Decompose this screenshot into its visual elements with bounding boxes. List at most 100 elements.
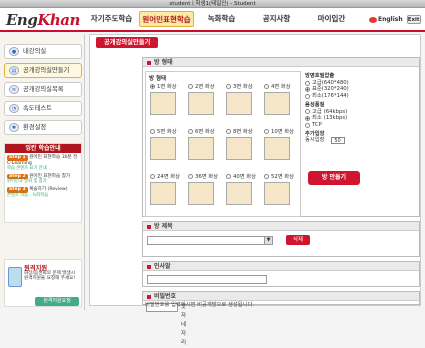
language-toggle[interactable]: English	[369, 16, 403, 23]
radio-icon	[188, 83, 193, 89]
engkhan-logo[interactable]: EngKhan	[6, 11, 80, 29]
window-title: studentㅣ학생1(테일인) - Student	[169, 1, 256, 7]
radio-icon	[188, 173, 193, 179]
create-room-button[interactable]: 방 만들기	[308, 171, 360, 185]
sidebar: ● 내강의실 ▤ 공개강의실만들기 ≡ 공개강의실목록 ◔ 속도테스트 ✱ 환경설정 잉칸…	[0, 34, 85, 310]
layout-option-1[interactable]: 1면 화상	[150, 82, 183, 115]
layout-thumbnail	[188, 137, 214, 160]
nav-native-expression[interactable]: 원어민표현학습	[139, 11, 194, 27]
radio-icon	[264, 173, 269, 179]
radio-icon	[188, 128, 193, 134]
study-guide-panel: 잉칸 학습안내 Step 1 원어민 표현학습 30분 전 C-Learning…	[4, 143, 82, 223]
sidebar-item-my-classroom[interactable]: ● 내강의실	[4, 44, 82, 59]
capacity-stepper[interactable]: 50	[330, 137, 345, 145]
layout-option-label: 36면 화상	[195, 174, 219, 180]
section-header-label: 방 형태	[154, 59, 173, 66]
radio-icon	[305, 109, 310, 115]
option-rate: (64kbps)	[323, 108, 348, 115]
bullet-icon	[147, 60, 151, 65]
sidebar-item-label: 내강의실	[23, 48, 47, 55]
layout-option-8[interactable]: 8면 화상	[226, 127, 259, 160]
bullet-icon	[147, 294, 151, 299]
layout-thumbnail	[150, 92, 176, 115]
layout-thumbnail	[188, 182, 214, 205]
nav-notices[interactable]: 공지사항	[249, 11, 304, 27]
radio-icon	[226, 128, 231, 134]
radio-icon	[150, 173, 155, 179]
radio-icon	[150, 128, 155, 134]
step-text: 복습하기 (Review)	[29, 186, 68, 192]
logo-part-b: Khan	[37, 11, 80, 29]
capacity-row: 동시입장 50	[305, 137, 365, 145]
section-header-label: 인사말	[154, 263, 171, 270]
sidebar-item-label: 공개강의실만들기	[23, 67, 70, 74]
sidebar-item-speed-test[interactable]: ◔ 속도테스트	[4, 101, 82, 116]
layout-option-4[interactable]: 4면 화상	[264, 82, 297, 115]
radio-icon	[305, 122, 310, 128]
radio-icon	[264, 83, 269, 89]
option-label: 최소	[312, 115, 322, 122]
flag-icon	[369, 16, 377, 23]
nav-my-page[interactable]: 마이입간	[304, 11, 359, 27]
sidebar-item-label: 환경설정	[23, 124, 47, 131]
study-guide-title: 잉칸 학습안내	[5, 144, 81, 153]
video-quality-min[interactable]: 최소(176*144)	[305, 93, 365, 100]
person-icon: ●	[9, 47, 19, 56]
option-label: TCP	[312, 121, 322, 128]
audio-quality-label: 음성품질	[305, 101, 325, 108]
sidebar-item-create-public-room[interactable]: ▤ 공개강의실만들기	[4, 63, 82, 78]
layout-option-24[interactable]: 24면 화상	[150, 172, 183, 205]
window-titlebar: studentㅣ학생1(테일인) - Student	[0, 0, 425, 8]
exit-button[interactable]: Exit	[406, 15, 421, 24]
remote-support-panel: 원격지원 화상/음성회의 문제 발생시 원격지원을 요청해 주세요! 원격지원요…	[4, 259, 82, 307]
radio-icon	[226, 83, 231, 89]
layout-thumbnail	[226, 182, 252, 205]
layout-option-10[interactable]: 10면 화상	[264, 127, 297, 160]
logo-part-a: Eng	[6, 11, 38, 29]
layout-option-3[interactable]: 3면 화상	[226, 82, 259, 115]
layout-option-40[interactable]: 40면 화상	[226, 172, 259, 205]
nav-self-study[interactable]: 자기주도학습	[84, 11, 139, 27]
remote-support-desc: 화상/음성회의 문제 발생시 원격지원을 요청해 주세요!	[24, 271, 76, 282]
remote-support-button[interactable]: 원격지원요청	[35, 297, 79, 306]
layout-option-label: 4면 화상	[271, 84, 291, 90]
section-header: 방 제목	[143, 222, 419, 231]
audio-quality-min[interactable]: 최소 (13kbps)	[305, 115, 365, 122]
list-icon: ≡	[9, 85, 19, 94]
layout-option-6[interactable]: 6면 화상	[188, 127, 221, 160]
layout-option-label: 1면 화상	[157, 84, 177, 90]
layout-thumbnail	[264, 92, 290, 115]
sidebar-item-settings[interactable]: ✱ 환경설정	[4, 120, 82, 135]
section-header-label: 방 제목	[154, 223, 173, 230]
layout-option-52[interactable]: 52면 화상	[264, 172, 297, 205]
audio-quality-tcp[interactable]: TCP	[305, 122, 365, 129]
section-header-label: 비밀번호	[154, 293, 177, 300]
option-rate: (13kbps)	[323, 115, 348, 122]
radio-icon	[226, 173, 231, 179]
study-step-3: Step 3 복습하기 (Review) 콘텐츠 학습 · 녹화학습	[7, 186, 79, 198]
sidebar-item-label: 공개강의실목록	[23, 86, 64, 93]
gear-icon: ✱	[9, 123, 19, 132]
main-content: 공개강의실만들기 방 형태 방 형태 1면 화상 2면 화상 3면 화상 4면 …	[89, 34, 421, 346]
layout-option-label: 40면 화상	[233, 174, 257, 180]
section-header: 방 형태	[143, 58, 419, 67]
subject-select[interactable]: ▼	[147, 236, 273, 245]
radio-icon	[305, 80, 310, 86]
layout-option-2[interactable]: 2면 화상	[188, 82, 221, 115]
speed-icon: ◔	[9, 104, 19, 113]
layout-option-label: 5면 화상	[157, 129, 177, 135]
bullet-icon	[147, 224, 151, 229]
layout-option-label: 24면 화상	[157, 174, 181, 180]
room-subject-section: 방 제목 ▼ 삭제	[142, 221, 420, 257]
bullet-icon	[147, 264, 151, 269]
layout-option-36[interactable]: 36면 화상	[188, 172, 221, 205]
layout-thumbnail	[264, 182, 290, 205]
layout-option-5[interactable]: 5면 화상	[150, 127, 183, 160]
radio-icon	[305, 116, 310, 122]
room-settings: 방영호필압출 고급(640*480) 표준(320*240) 최소(176*14…	[305, 71, 365, 145]
layout-option-label: 10면 화상	[271, 129, 295, 135]
greeting-input[interactable]	[147, 275, 267, 284]
nav-recording-study[interactable]: 녹화학습	[194, 11, 249, 27]
sidebar-item-public-room-list[interactable]: ≡ 공개강의실목록	[4, 82, 82, 97]
delete-button[interactable]: 삭제	[286, 235, 310, 245]
